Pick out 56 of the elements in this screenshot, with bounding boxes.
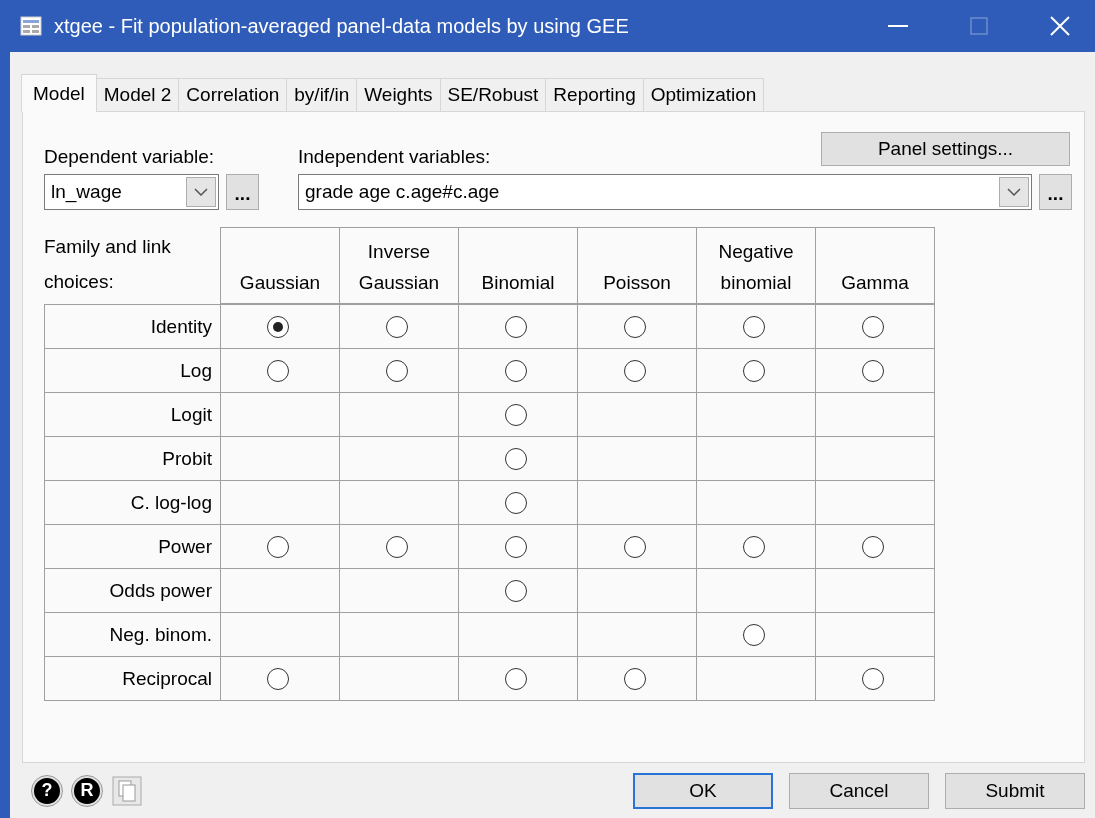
column-header: Poisson <box>577 227 697 304</box>
radio-button[interactable] <box>505 535 527 558</box>
radio-button[interactable] <box>505 447 527 470</box>
panel-settings-button[interactable]: Panel settings... <box>821 132 1070 166</box>
dropdown-field[interactable]: grade age c.age#c.age <box>298 174 1032 210</box>
radio-button[interactable] <box>624 315 646 338</box>
column-header: Negative binomial <box>696 227 816 304</box>
dialog-button[interactable]: Submit <box>945 772 1085 809</box>
radio-button[interactable] <box>862 359 884 382</box>
radio-button[interactable] <box>862 667 884 690</box>
window-title: xtgee - Fit population-averaged panel-data models by using GEE <box>54 14 630 38</box>
column-header: Gaussian <box>220 227 340 304</box>
chevron-down-icon <box>194 188 208 196</box>
minimize-icon[interactable] <box>888 24 908 28</box>
radio-button[interactable] <box>505 403 527 426</box>
radio-button[interactable] <box>505 491 527 514</box>
radio-button[interactable] <box>505 579 527 602</box>
radio-button[interactable] <box>267 359 289 382</box>
radio-button[interactable] <box>505 667 527 690</box>
radio-button[interactable] <box>743 535 765 558</box>
radio-button[interactable] <box>267 535 289 558</box>
tab[interactable]: Optimization <box>642 78 765 112</box>
radio-button[interactable] <box>624 359 646 382</box>
radio-button[interactable] <box>386 359 408 382</box>
tab[interactable]: Model <box>21 74 97 112</box>
field-label: Independent variables: <box>298 146 491 169</box>
radio-button[interactable] <box>267 315 289 338</box>
grid-caption: Family and link choices: <box>44 235 172 294</box>
radio-button[interactable] <box>743 623 765 646</box>
radio-button[interactable] <box>743 315 765 338</box>
radio-button[interactable] <box>624 535 646 558</box>
column-header: Gamma <box>815 227 935 304</box>
column-header: Binomial <box>458 227 578 304</box>
row-label: Reciprocal <box>44 656 221 701</box>
browse-button[interactable]: ... <box>1039 174 1072 210</box>
column-header: Inverse Gaussian <box>339 227 459 304</box>
reset-icon[interactable]: R <box>72 775 102 806</box>
help-icon[interactable]: ? <box>32 775 62 806</box>
dialog-button[interactable]: Cancel <box>789 772 929 809</box>
radio-button[interactable] <box>267 667 289 690</box>
row-label: Identity <box>44 304 221 349</box>
window-icon <box>20 16 42 36</box>
radio-button[interactable] <box>505 315 527 338</box>
browse-button[interactable]: ... <box>226 174 259 210</box>
radio-button[interactable] <box>505 359 527 382</box>
chevron-down-icon <box>1007 188 1021 196</box>
dialog-button[interactable]: OK <box>633 772 773 809</box>
field-label: Dependent variable: <box>44 146 215 169</box>
radio-button[interactable] <box>624 667 646 690</box>
radio-button[interactable] <box>386 535 408 558</box>
radio-button[interactable] <box>743 359 765 382</box>
radio-button[interactable] <box>862 535 884 558</box>
close-icon[interactable] <box>1050 16 1070 36</box>
radio-button[interactable] <box>862 315 884 338</box>
radio-button[interactable] <box>386 315 408 338</box>
dropdown-field[interactable]: ln_wage <box>44 174 219 210</box>
